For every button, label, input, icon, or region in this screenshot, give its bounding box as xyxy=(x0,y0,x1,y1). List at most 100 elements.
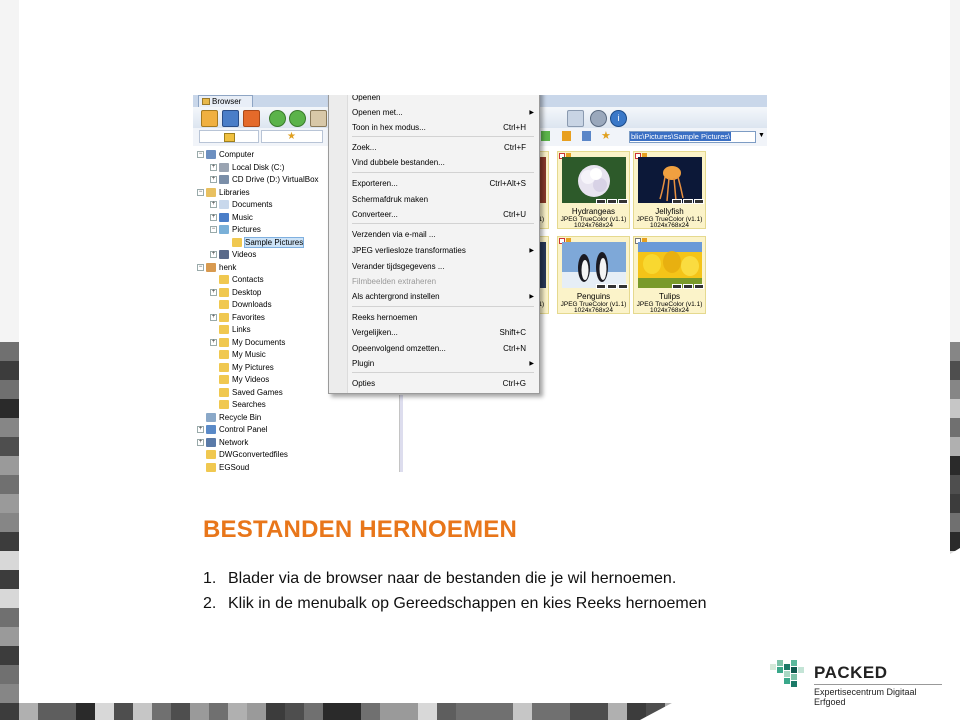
tree-item[interactable]: My Videos xyxy=(210,374,269,386)
menu-item[interactable]: Openen xyxy=(352,95,536,104)
folder-icon xyxy=(219,337,229,347)
filter-green-icon[interactable] xyxy=(541,131,550,141)
expand-toggle-icon[interactable]: + xyxy=(210,288,217,296)
expand-toggle-icon[interactable] xyxy=(210,401,217,408)
expand-toggle-icon[interactable] xyxy=(197,414,204,421)
tree-item[interactable]: + Favorites xyxy=(210,312,265,324)
tree-item[interactable]: + Videos xyxy=(210,249,256,261)
address-input[interactable]: blic\Pictures\Sample Pictures\ xyxy=(629,131,756,143)
thumbnail-hydrangeas[interactable]: Hydrangeas JPEG TrueColor (v1.1) 1024x76… xyxy=(557,151,630,229)
view-icon[interactable] xyxy=(222,110,239,127)
expand-toggle-icon[interactable]: + xyxy=(210,201,217,209)
splitter[interactable] xyxy=(399,395,403,472)
expand-toggle-icon[interactable] xyxy=(210,364,217,371)
menu-item[interactable]: Zoek... Ctrl+F xyxy=(352,142,536,154)
tree-item[interactable]: + Network xyxy=(197,437,248,449)
expand-toggle-icon[interactable]: + xyxy=(210,213,217,221)
tree-item[interactable]: My Music xyxy=(210,349,266,361)
expand-toggle-icon[interactable] xyxy=(223,239,230,246)
menu-item[interactable]: Plugin ▶ xyxy=(352,358,536,370)
expand-toggle-icon[interactable]: + xyxy=(210,163,217,171)
tree-item[interactable]: − Pictures xyxy=(210,224,261,236)
thumbnail-jellyfish[interactable]: Jellyfish JPEG TrueColor (v1.1) 1024x768… xyxy=(633,151,706,229)
tree-item[interactable]: + Documents xyxy=(210,199,272,211)
back-icon[interactable] xyxy=(269,110,286,127)
thumbnail-penguins[interactable]: Penguins JPEG TrueColor (v1.1) 1024x768x… xyxy=(557,236,630,314)
tree-item[interactable]: − henk xyxy=(197,262,236,274)
tree-item[interactable]: − Computer xyxy=(197,149,254,161)
expand-toggle-icon[interactable] xyxy=(210,389,217,396)
tree-item[interactable]: Contacts xyxy=(210,274,264,286)
forward-icon[interactable] xyxy=(289,110,306,127)
tree-item[interactable]: Saved Games xyxy=(210,387,283,399)
menu-item[interactable]: Exporteren... Ctrl+Alt+S xyxy=(352,178,536,190)
tree-item[interactable]: Links xyxy=(210,324,251,336)
menu-item[interactable]: Toon in hex modus... Ctrl+H xyxy=(352,122,536,134)
tree-item[interactable]: − Libraries xyxy=(197,187,250,199)
expand-toggle-icon[interactable] xyxy=(210,351,217,358)
expand-toggle-icon[interactable]: − xyxy=(197,151,204,159)
tree-item[interactable]: EGSoud xyxy=(197,462,249,473)
tab-favorites[interactable]: ★ xyxy=(261,130,323,143)
menu-item[interactable]: Vergelijken... Shift+C xyxy=(352,327,536,339)
tree-item[interactable]: + My Documents xyxy=(210,337,285,349)
menu-item[interactable]: Reeks hernoemen xyxy=(352,312,536,324)
tree-item[interactable]: DWGconvertedfiles xyxy=(197,449,288,461)
funnel-icon[interactable] xyxy=(562,131,571,141)
expand-toggle-icon[interactable] xyxy=(210,301,217,308)
expand-toggle-icon[interactable] xyxy=(197,451,204,458)
tree-item[interactable]: Downloads xyxy=(210,299,272,311)
expand-toggle-icon[interactable]: + xyxy=(210,338,217,346)
menu-item[interactable]: Als achtergrond instellen ▶ xyxy=(352,291,536,303)
address-dropdown-icon[interactable]: ▼ xyxy=(758,132,765,139)
folder-up-icon[interactable] xyxy=(201,110,218,127)
close-icon[interactable] xyxy=(243,110,260,127)
mosaic-tile xyxy=(418,703,437,720)
mosaic-tile xyxy=(950,494,960,513)
tree-item[interactable]: + Desktop xyxy=(210,287,261,299)
tree-item[interactable]: Searches xyxy=(210,399,266,411)
mosaic-tile xyxy=(950,247,960,266)
expand-toggle-icon[interactable] xyxy=(210,326,217,333)
expand-toggle-icon[interactable]: − xyxy=(197,263,204,271)
tree-item[interactable]: + Music xyxy=(210,212,253,224)
menu-item[interactable]: JPEG verliesloze transformaties ▶ xyxy=(352,245,536,257)
thumbnail-tulips[interactable]: Tulips JPEG TrueColor (v1.1) 1024x768x24 xyxy=(633,236,706,314)
logo-name: PACKED xyxy=(814,663,888,682)
menu-item[interactable]: Vind dubbele bestanden... xyxy=(352,157,536,169)
tree-item[interactable]: + Control Panel xyxy=(197,424,267,436)
expand-toggle-icon[interactable] xyxy=(197,464,204,471)
tree-item[interactable]: + CD Drive (D:) VirtualBox xyxy=(210,174,319,186)
refresh-icon[interactable] xyxy=(582,131,591,141)
expand-toggle-icon[interactable] xyxy=(210,376,217,383)
menu-item[interactable]: Verander tijdsgegevens ... xyxy=(352,261,536,273)
expand-toggle-icon[interactable]: − xyxy=(210,226,217,234)
menu-item[interactable]: Openen met... ▶ xyxy=(352,107,536,119)
mosaic-tile xyxy=(0,76,19,95)
image-icon[interactable] xyxy=(310,110,327,127)
menu-item[interactable]: Opties Ctrl+G xyxy=(352,378,536,390)
menu-item[interactable]: Converteer... Ctrl+U xyxy=(352,209,536,221)
expand-toggle-icon[interactable] xyxy=(210,276,217,283)
mosaic-tile xyxy=(741,703,760,720)
expand-toggle-icon[interactable]: + xyxy=(210,251,217,259)
expand-toggle-icon[interactable]: + xyxy=(210,313,217,321)
expand-toggle-icon[interactable]: + xyxy=(197,438,204,446)
grid-icon[interactable] xyxy=(567,110,584,127)
tree-item[interactable]: + Local Disk (C:) xyxy=(210,162,284,174)
info-icon[interactable]: i xyxy=(610,110,627,127)
tab-browser[interactable]: Browser xyxy=(198,95,253,107)
tree-item[interactable]: Sample Pictures xyxy=(223,236,305,249)
tree-item[interactable]: My Pictures xyxy=(210,362,274,374)
menu-item[interactable]: Schermafdruk maken xyxy=(352,194,536,206)
gear-icon[interactable] xyxy=(590,110,607,127)
expand-toggle-icon[interactable]: + xyxy=(210,176,217,184)
menu-item[interactable]: Verzenden via e-mail ... xyxy=(352,229,536,241)
menu-item-label: Toon in hex modus... xyxy=(352,123,426,132)
tab-folders[interactable] xyxy=(199,130,259,143)
tree-item[interactable]: Recycle Bin xyxy=(197,412,261,424)
expand-toggle-icon[interactable]: − xyxy=(197,188,204,196)
expand-toggle-icon[interactable]: + xyxy=(197,426,204,434)
menu-item[interactable]: Opeenvolgend omzetten... Ctrl+N xyxy=(352,343,536,355)
favorite-star-icon[interactable]: ★ xyxy=(601,129,611,142)
